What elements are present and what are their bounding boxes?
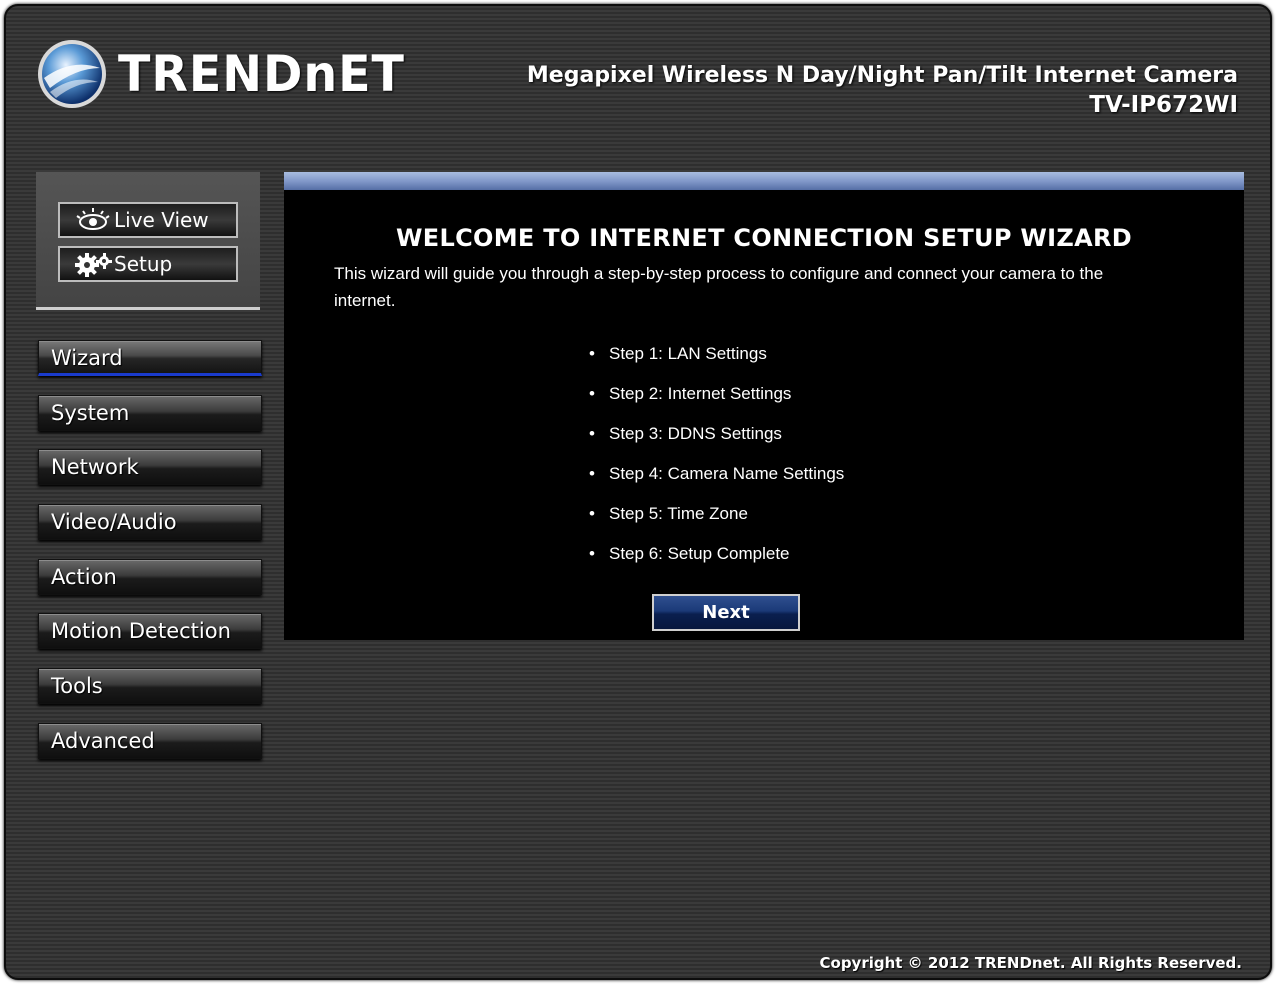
menu-item-wizard[interactable]: Wizard [38,340,262,376]
list-item: • Step 1: LAN Settings [589,340,844,380]
menu-item-system[interactable]: System [38,394,262,431]
live-view-label: Live View [114,208,209,232]
step-label: Step 6: Setup Complete [609,544,790,563]
menu-item-tools[interactable]: Tools [38,668,262,705]
wizard-description: This wizard will guide you through a ste… [334,264,1104,310]
step-label: Step 5: Time Zone [609,504,748,523]
page-frame: TRENDnET Megapixel Wireless N Day/Night … [4,4,1272,980]
panel-header-bar [284,172,1244,190]
wizard-steps-list: • Step 1: LAN Settings • Step 2: Internet … [589,340,844,580]
copyright-text: Copyright © 2012 TRENDnet. All Rights Re… [819,954,1243,972]
bullet-icon: • [589,384,595,403]
list-item: • Step 5: Time Zone [589,500,844,540]
logo-text: TRENDnET [118,45,405,103]
setup-button[interactable]: Setup [58,246,238,282]
view-mode-box: Live View Setup [36,172,260,310]
globe-logo-icon [38,40,106,108]
product-model: TV-IP672WI [1089,92,1238,118]
list-item: • Step 4: Camera Name Settings [589,460,844,500]
setup-label: Setup [114,252,173,276]
step-label: Step 1: LAN Settings [609,344,767,363]
gears-icon [72,249,114,279]
wizard-panel: WELCOME TO INTERNET CONNECTION SETUP WIZ… [284,190,1244,640]
trendnet-logo: TRENDnET [36,36,420,112]
step-label: Step 3: DDNS Settings [609,424,782,443]
bullet-icon: • [589,344,595,363]
bullet-icon: • [589,464,595,483]
bullet-icon: • [589,424,595,443]
eye-icon [72,205,114,235]
menu-item-advanced[interactable]: Advanced [38,722,262,759]
sidebar-menu: Wizard System Network Video/Audio Action… [38,340,262,778]
next-button[interactable]: Next [652,594,800,631]
product-title: Megapixel Wireless N Day/Night Pan/Tilt … [527,62,1238,120]
live-view-button[interactable]: Live View [58,202,238,238]
wizard-title: WELCOME TO INTERNET CONNECTION SETUP WIZ… [396,224,1132,252]
menu-item-action[interactable]: Action [38,558,262,595]
bullet-icon: • [589,544,595,563]
list-item: • Step 3: DDNS Settings [589,420,844,460]
list-item: • Step 2: Internet Settings [589,380,844,420]
step-label: Step 4: Camera Name Settings [609,464,845,483]
bullet-icon: • [589,504,595,523]
menu-item-motion-detection[interactable]: Motion Detection [38,613,262,650]
list-item: • Step 6: Setup Complete [589,540,844,580]
menu-item-video-audio[interactable]: Video/Audio [38,504,262,541]
step-label: Step 2: Internet Settings [609,384,792,403]
menu-item-network[interactable]: Network [38,449,262,486]
product-name: Megapixel Wireless N Day/Night Pan/Tilt … [526,63,1238,88]
